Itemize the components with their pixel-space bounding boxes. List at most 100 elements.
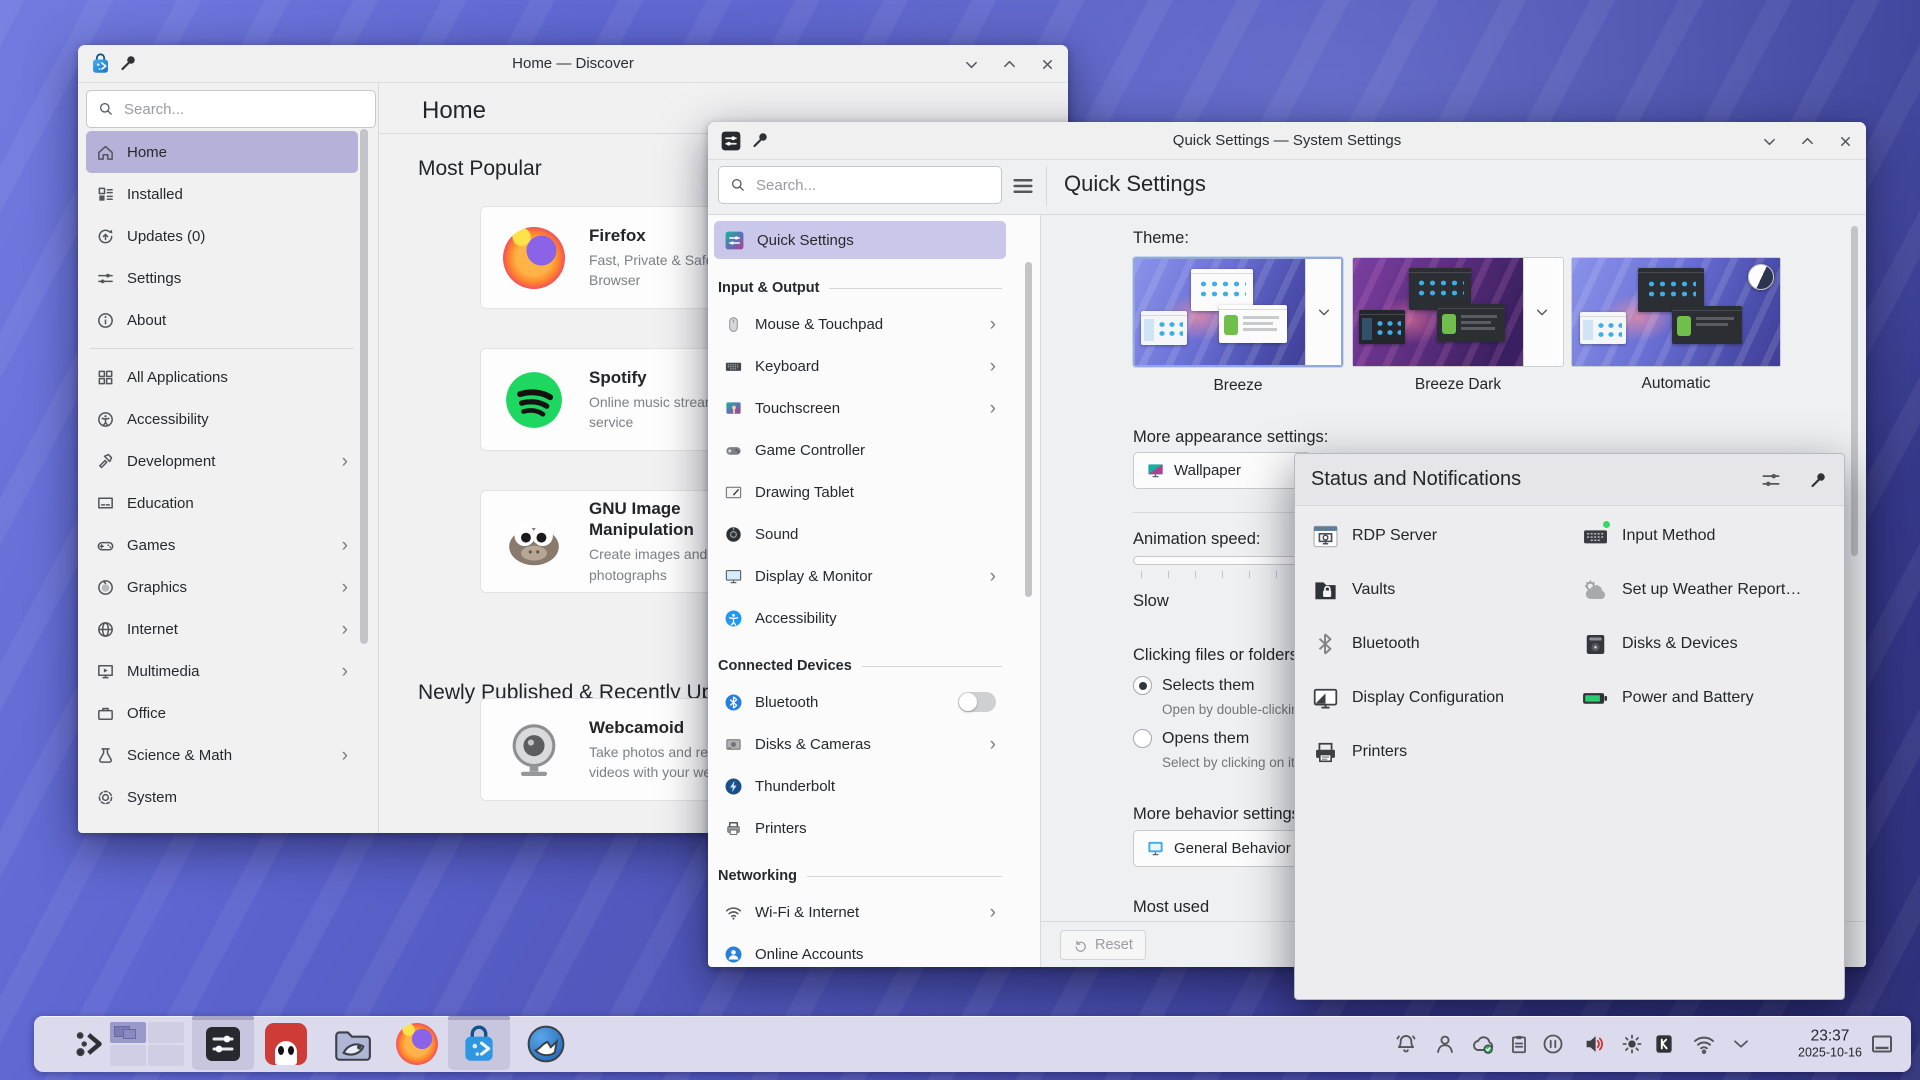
theme-card-breeze[interactable] (1133, 257, 1343, 367)
sidebar-item-graphics[interactable]: Graphics› (86, 566, 358, 608)
radio-opens-them[interactable]: Opens them (1133, 729, 1249, 748)
popup-item-printers[interactable]: Printers (1311, 732, 1407, 772)
maximize-button[interactable] (998, 53, 1020, 75)
show-desktop-icon[interactable] (1870, 1032, 1895, 1057)
sidebar-item-education[interactable]: Education (86, 482, 358, 524)
brightness-sun-icon[interactable] (1621, 1033, 1644, 1056)
pager-desktop-3[interactable] (110, 1045, 146, 1066)
sidebar-item-online-accounts[interactable]: Online Accounts (714, 933, 1006, 967)
configure-sliders-icon[interactable] (1760, 469, 1782, 491)
general-behavior-button[interactable]: General Behavior (1133, 830, 1315, 867)
bluetooth-toggle-off[interactable] (958, 692, 996, 712)
settings-titlebar[interactable]: Quick Settings — System Settings (708, 122, 1866, 160)
pin-icon[interactable] (118, 53, 138, 73)
pager-desktop-1[interactable] (110, 1022, 146, 1043)
sidebar-item-quick-settings[interactable]: Quick Settings (714, 221, 1006, 259)
popup-item-weather[interactable]: Set up Weather Report… (1581, 570, 1801, 610)
hamburger-menu-icon[interactable] (1011, 174, 1035, 203)
task-system-settings[interactable] (192, 1018, 254, 1070)
animation-speed-label: Animation speed: (1133, 530, 1261, 549)
discover-sidebar-scrollbar[interactable] (360, 129, 368, 644)
sidebar-item-accessibility[interactable]: Accessibility (86, 398, 358, 440)
sidebar-item-drawing-tablet[interactable]: Drawing Tablet (714, 471, 1006, 513)
sidebar-item-multimedia[interactable]: Multimedia› (86, 650, 358, 692)
firefox-taskbar-icon[interactable] (396, 1023, 438, 1065)
printer-icon (724, 819, 743, 838)
pager-desktop-4[interactable] (148, 1045, 184, 1066)
theme-breeze-variant-button[interactable] (1305, 259, 1341, 365)
close-button[interactable] (1834, 130, 1856, 152)
user-icon[interactable] (1434, 1033, 1457, 1056)
sidebar-item-internet[interactable]: Internet› (86, 608, 358, 650)
sidebar-item-wifi-internet[interactable]: Wi-Fi & Internet› (714, 891, 1006, 933)
sidebar-item-printers[interactable]: Printers (714, 807, 1006, 849)
sidebar-item-office[interactable]: Office (86, 692, 358, 734)
sidebar-item-development[interactable]: Development› (86, 440, 358, 482)
discover-search[interactable] (86, 90, 376, 128)
sidebar-item-display-monitor[interactable]: Display & Monitor› (714, 555, 1006, 597)
sidebar-item-disks-cameras[interactable]: Disks & Cameras› (714, 723, 1006, 765)
digital-clock[interactable]: 23:37 2025-10-16 (1782, 1027, 1878, 1060)
popup-item-power-battery[interactable]: Power and Battery (1581, 678, 1754, 718)
reset-button[interactable]: Reset (1060, 930, 1146, 960)
settings-content-scrollbar[interactable] (1851, 226, 1858, 556)
popup-item-disks-devices[interactable]: Disks & Devices (1581, 624, 1738, 664)
sidebar-item-bluetooth[interactable]: Bluetooth (714, 681, 1006, 723)
kdeconnect-icon[interactable] (1653, 1033, 1675, 1055)
sidebar-item-all-applications[interactable]: All Applications (86, 356, 358, 398)
minimize-button[interactable] (960, 53, 982, 75)
discover-search-input[interactable] (122, 100, 364, 119)
globe-icon (96, 620, 115, 639)
settings-sidebar-scrollbar[interactable] (1025, 262, 1032, 597)
network-wifi-icon[interactable] (1692, 1032, 1717, 1057)
task-discover[interactable] (448, 1018, 510, 1070)
popup-item-input-method[interactable]: Input Method (1581, 516, 1715, 556)
close-button[interactable] (1036, 53, 1058, 75)
falkon-icon[interactable] (526, 1024, 566, 1064)
sidebar-item-accessibility[interactable]: Accessibility (714, 597, 1006, 639)
sidebar-item-keyboard[interactable]: Keyboard› (714, 345, 1006, 387)
pin-icon[interactable] (1808, 470, 1828, 490)
sidebar-item-science-math[interactable]: Science & Math› (86, 734, 358, 776)
application-launcher-icon[interactable] (73, 1027, 107, 1061)
sidebar-item-settings[interactable]: Settings (86, 257, 358, 299)
notifications-bell-icon[interactable] (1395, 1033, 1418, 1056)
dolphin-icon[interactable] (331, 1023, 373, 1065)
theme-label: Theme: (1133, 229, 1189, 248)
settings-search-input[interactable] (754, 176, 990, 195)
media-pause-icon[interactable] (1542, 1033, 1565, 1056)
popup-item-display-configuration[interactable]: Display Configuration (1311, 678, 1504, 718)
wallpaper-button[interactable]: Wallpaper (1133, 452, 1311, 489)
sidebar-item-home[interactable]: Home (86, 131, 358, 173)
theme-card-breeze-dark[interactable] (1352, 257, 1564, 367)
radio-selects-them[interactable]: Selects them (1133, 676, 1254, 695)
section-title-most-popular: Most Popular (418, 157, 542, 181)
discover-titlebar[interactable]: Home — Discover (78, 45, 1068, 83)
theme-breeze-dark-variant-button[interactable] (1523, 258, 1559, 366)
sidebar-item-game-controller[interactable]: Game Controller (714, 429, 1006, 471)
settings-search[interactable] (718, 166, 1002, 204)
minimize-button[interactable] (1758, 130, 1780, 152)
ghostwriter-icon[interactable] (265, 1023, 307, 1065)
maximize-button[interactable] (1796, 130, 1818, 152)
popup-item-rdp-server[interactable]: RDP Server (1311, 516, 1437, 556)
sidebar-item-mouse-touchpad[interactable]: Mouse & Touchpad› (714, 303, 1006, 345)
clipboard-icon[interactable] (1508, 1033, 1530, 1055)
volume-icon[interactable] (1583, 1032, 1607, 1056)
popup-item-vaults[interactable]: Vaults (1311, 570, 1395, 610)
virtual-desktop-pager[interactable] (110, 1022, 184, 1066)
popup-item-bluetooth[interactable]: Bluetooth (1311, 624, 1420, 664)
sidebar-item-installed[interactable]: Installed (86, 173, 358, 215)
theme-card-automatic[interactable] (1571, 257, 1781, 367)
expand-tray-chevron-icon[interactable] (1730, 1033, 1752, 1055)
sidebar-item-touchscreen[interactable]: Touchscreen› (714, 387, 1006, 429)
sidebar-item-games[interactable]: Games› (86, 524, 358, 566)
sidebar-item-about[interactable]: About (86, 299, 358, 341)
sidebar-item-updates[interactable]: Updates (0) (86, 215, 358, 257)
cloud-sync-icon[interactable] (1471, 1032, 1495, 1056)
sidebar-item-thunderbolt[interactable]: Thunderbolt (714, 765, 1006, 807)
pager-desktop-2[interactable] (148, 1022, 184, 1043)
sidebar-item-sound[interactable]: Sound (714, 513, 1006, 555)
sidebar-item-system[interactable]: System (86, 776, 358, 818)
pin-icon[interactable] (750, 130, 770, 150)
